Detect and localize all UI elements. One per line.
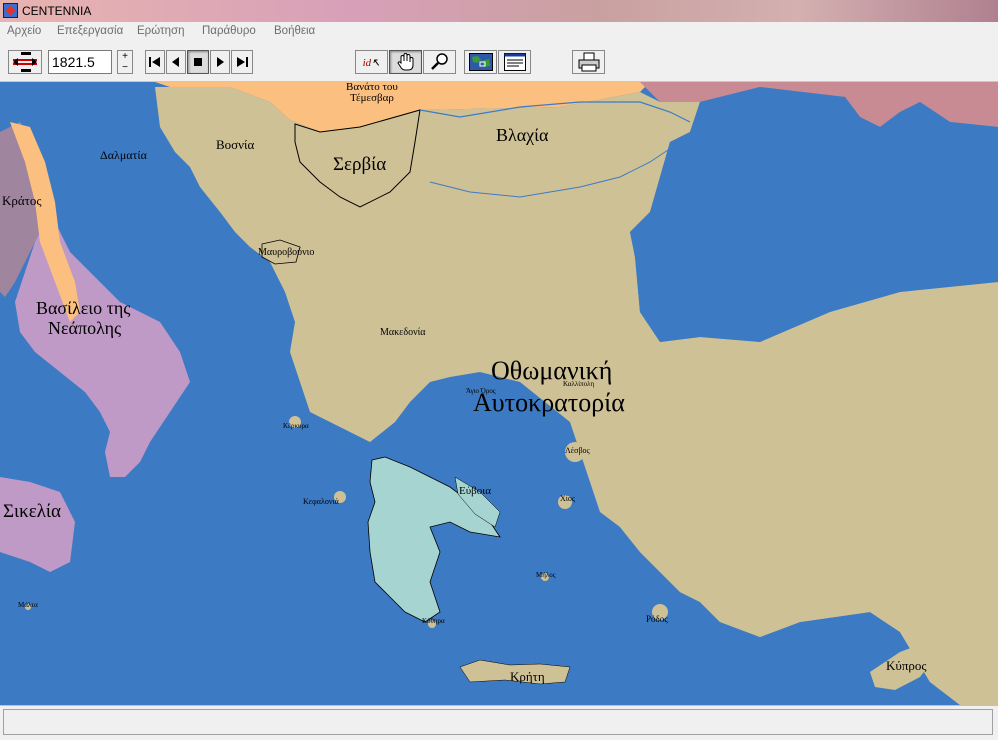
step-forward-icon: [217, 57, 224, 67]
label-lesvos: Λέσβος: [565, 446, 590, 455]
label-kyprus: Κύπρος: [886, 658, 927, 673]
identify-button[interactable]: id↖: [355, 50, 388, 74]
region-greece: [367, 456, 501, 623]
label-bosnia: Βοσνία: [216, 137, 255, 152]
region-sicily: [0, 477, 75, 572]
label-kriti: Κρήτη: [510, 669, 545, 684]
menu-file[interactable]: Αρχείο: [7, 25, 41, 37]
label-kefalonia: Κεφαλονιά: [303, 497, 339, 506]
label-vlachia: Βλαχία: [496, 125, 549, 145]
overview-map-button[interactable]: [464, 50, 497, 74]
zoom-icon: [430, 53, 448, 70]
hand-pan-button[interactable]: [389, 50, 422, 74]
skip-forward-icon: [237, 57, 248, 67]
menu-window[interactable]: Παράθυρο: [202, 25, 256, 37]
text-panel-button[interactable]: [498, 50, 531, 74]
label-banat: Βανάτο του Τέμεσβαρ: [346, 82, 398, 104]
label-sicily: Σικελία: [3, 501, 62, 522]
year-range-button[interactable]: [8, 50, 42, 74]
menu-query[interactable]: Ερώτηση: [137, 25, 184, 37]
status-bar: [0, 705, 998, 740]
print-icon: [578, 52, 599, 72]
label-kythira: Κύθηρα: [422, 617, 445, 625]
label-kerkyra: Κέρκυρα: [283, 422, 309, 430]
step-back-button[interactable]: [166, 50, 186, 74]
print-button[interactable]: [572, 50, 605, 74]
text-panel-icon: [503, 53, 526, 71]
id-label: id: [362, 56, 372, 69]
label-athos: Άγιο Όρος: [466, 387, 496, 395]
hand-pan-icon: [396, 53, 413, 71]
map-view[interactable]: Βανάτο του Τέμεσβαρ Βλαχία Δαλματία Βοσνί…: [0, 82, 998, 705]
label-kallipoli: Καλλίπολη: [563, 380, 595, 388]
status-field: [3, 709, 993, 735]
stop-button[interactable]: [187, 50, 209, 74]
label-banat-text: Βανάτο του Τέμεσβαρ: [346, 82, 398, 104]
label-serbia: Σερβία: [333, 154, 387, 175]
skip-back-button[interactable]: [145, 50, 165, 74]
year-range-icon: [13, 52, 37, 72]
step-back-icon: [172, 57, 179, 67]
label-rodos: Ρόδος: [646, 614, 668, 624]
label-macedonia: Μακεδονία: [380, 327, 426, 338]
label-montenegro: Μαυροβούνιο: [258, 247, 315, 258]
label-milos: Μήλος: [536, 571, 556, 579]
identify-icon: id↖: [362, 56, 381, 69]
year-input[interactable]: 1821.5: [48, 50, 112, 74]
label-evia: Εύβοια: [459, 485, 491, 497]
overview-map-icon: [468, 53, 493, 71]
step-forward-button[interactable]: [210, 50, 230, 74]
toolbar: 1821.5 + − id↖: [0, 41, 998, 82]
label-malta: Μάλτα: [18, 601, 38, 609]
title-bar: CENTENNIA: [0, 0, 998, 22]
menu-bar: Αρχείο Επεξεργασία Ερώτηση Παράθυρο Βοήθ…: [0, 22, 998, 41]
label-chios: Χίος: [560, 494, 576, 503]
skip-back-icon: [149, 57, 160, 67]
skip-forward-button[interactable]: [231, 50, 253, 74]
label-kratos: Κράτος: [2, 193, 42, 208]
label-dalmatia: Δαλματία: [100, 148, 147, 162]
label-naples-2: Νεάπολης: [48, 318, 122, 338]
label-naples-1: Βασίλειο της: [36, 298, 131, 318]
menu-edit[interactable]: Επεξεργασία: [57, 25, 123, 37]
zoom-button[interactable]: [423, 50, 456, 74]
app-icon: [3, 3, 18, 18]
spin-up-button[interactable]: +: [118, 51, 132, 62]
year-spinner[interactable]: + −: [117, 50, 133, 74]
spin-down-button[interactable]: −: [118, 62, 132, 73]
stop-icon: [194, 58, 202, 66]
menu-help[interactable]: Βοήθεια: [274, 25, 315, 37]
region-naples: [15, 212, 190, 477]
window-title: CENTENNIA: [22, 4, 92, 18]
